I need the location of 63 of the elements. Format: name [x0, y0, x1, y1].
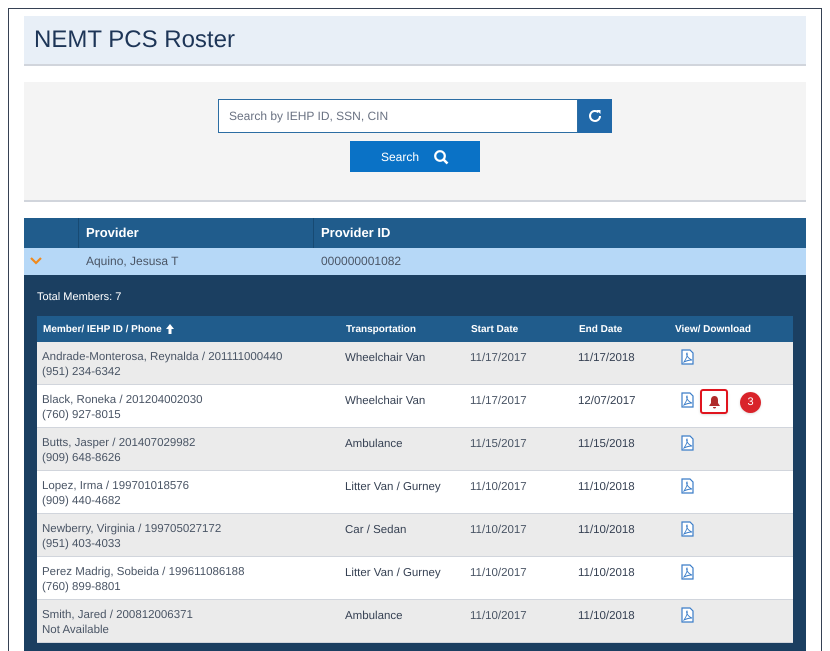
member-phone: (909) 440-4682 — [42, 494, 122, 509]
start-date-cell: 11/17/2017 — [470, 352, 527, 364]
search-button[interactable]: Search — [350, 141, 480, 172]
transportation-cell: Car / Sedan — [345, 524, 406, 536]
member-name-id: Black, Roneka / 201204002030 — [42, 393, 204, 408]
column-header[interactable]: Provider ID — [321, 222, 390, 242]
page-title: NEMT PCS Roster — [34, 25, 235, 56]
column-header[interactable]: Transportation — [346, 322, 416, 336]
end-date-cell: 11/10/2018 — [578, 567, 635, 579]
member-name-id: Andrade-Monterosa, Reynalda / 201111000440 — [42, 350, 284, 365]
transportation-cell: Ambulance — [345, 610, 403, 622]
transportation-cell: Litter Van / Gurney — [345, 481, 441, 493]
total-members-label: Total Members: 7 — [37, 290, 122, 304]
transportation-cell: Wheelchair Van — [345, 395, 426, 407]
column-header[interactable]: Start Date — [471, 322, 518, 336]
end-date-cell: 11/10/2018 — [578, 524, 635, 536]
search-icon — [433, 148, 450, 165]
member-phone: (760) 899-8801 — [42, 580, 122, 595]
provider-row[interactable]: Aquino, Jesusa T 000000001082 — [24, 248, 806, 274]
end-date-cell: 11/10/2018 — [578, 481, 635, 493]
provider-id: 000000001082 — [321, 254, 402, 268]
pdf-file-icon[interactable] — [681, 521, 694, 537]
member-name-id: Newberry, Virginia / 199705027172 — [42, 522, 222, 537]
start-date-cell: 11/10/2017 — [470, 481, 527, 493]
pdf-file-icon[interactable] — [681, 607, 694, 623]
sort-up-icon[interactable] — [166, 324, 174, 334]
pdf-file-icon[interactable] — [681, 435, 694, 451]
search-field[interactable]: Search by IEHP ID, SSN, CIN — [218, 99, 578, 134]
start-date-cell: 11/17/2017 — [470, 395, 527, 407]
member-phone: Not Available — [42, 623, 110, 638]
member-phone: (951) 403-4033 — [42, 537, 122, 552]
end-date-cell: 12/07/2017 — [578, 395, 636, 407]
refresh-button[interactable] — [578, 99, 612, 134]
member-phone: (951) 234-6342 — [42, 365, 122, 380]
transportation-cell: Ambulance — [345, 438, 403, 450]
column-header[interactable]: Member/ IEHP ID / Phone — [43, 322, 162, 336]
end-date-cell: 11/10/2018 — [578, 610, 635, 622]
transportation-cell: Litter Van / Gurney — [345, 567, 441, 579]
end-date-cell: 11/17/2018 — [578, 352, 635, 364]
column-header[interactable]: View/ Download — [675, 322, 751, 336]
pdf-file-icon[interactable] — [681, 392, 694, 408]
end-date-cell: 11/15/2018 — [578, 438, 635, 450]
start-date-cell: 11/10/2017 — [470, 524, 527, 536]
member-phone: (909) 648-8626 — [42, 451, 122, 466]
column-header[interactable]: Provider — [86, 222, 139, 242]
member-name-id: Perez Madrig, Sobeida / 199611086188 — [42, 565, 246, 580]
pdf-file-icon[interactable] — [681, 349, 694, 365]
column-header[interactable]: End Date — [579, 322, 622, 336]
member-name-id: Lopez, Irma / 199701018576 — [42, 479, 190, 494]
start-date-cell: 11/15/2017 — [470, 438, 527, 450]
member-name-id: Butts, Jasper / 201407029982 — [42, 436, 196, 451]
provider-name: Aquino, Jesusa T — [86, 254, 179, 268]
start-date-cell: 11/10/2017 — [470, 610, 527, 622]
pdf-file-icon[interactable] — [681, 564, 694, 580]
start-date-cell: 11/10/2017 — [470, 567, 527, 579]
alert-count-badge: 3 — [740, 392, 761, 413]
refresh-icon — [587, 108, 603, 124]
alert-bell-button[interactable] — [700, 389, 728, 414]
member-phone: (760) 927-8015 — [42, 408, 122, 423]
bell-icon — [708, 394, 720, 408]
transportation-cell: Wheelchair Van — [345, 352, 426, 364]
member-name-id: Smith, Jared / 200812006371 — [42, 608, 194, 623]
pdf-file-icon[interactable] — [681, 478, 694, 494]
